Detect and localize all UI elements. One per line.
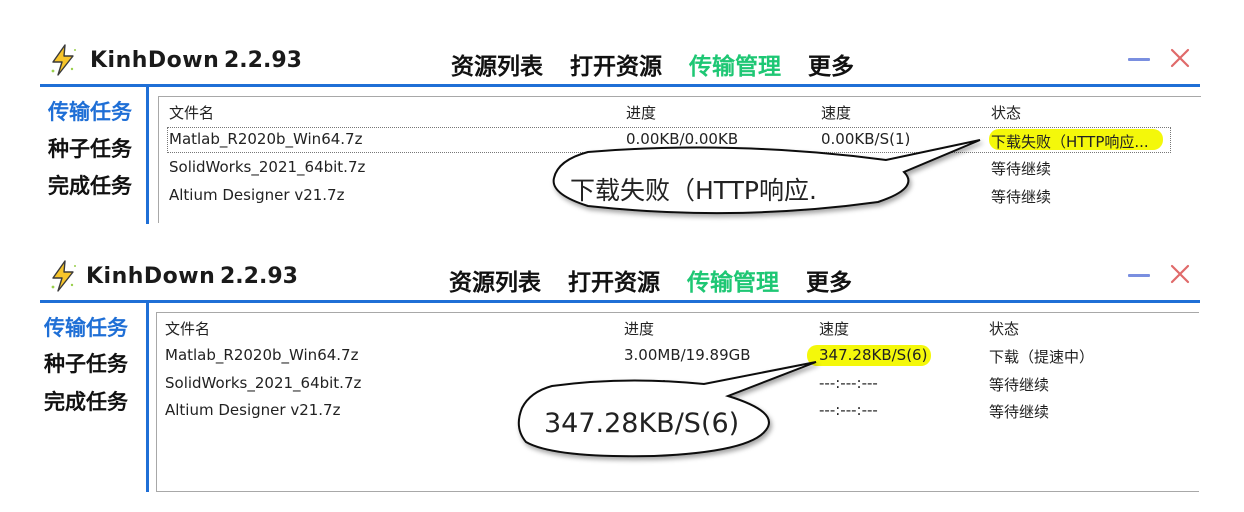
row-3-status: 等待继续 (989, 403, 1050, 421)
close-icon[interactable] (1168, 262, 1192, 286)
nav-more[interactable]: 更多 (806, 263, 852, 297)
app-name: KinhDown (86, 264, 216, 289)
title-bar: KinhDown 2.2.93 资源列表 打开资源 传输管理 更多 (40, 254, 1200, 300)
sidebar-divider (146, 84, 149, 224)
column-header-progress[interactable]: 进度 (626, 102, 656, 123)
app-name: KinhDown (90, 48, 220, 73)
header-divider (40, 84, 1200, 87)
row-1-filename: Matlab_R2020b_Win64.7z (169, 130, 363, 148)
nav-resource-list[interactable]: 资源列表 (449, 263, 541, 297)
row-1-status: 下载失败（HTTP响应... (991, 133, 1149, 151)
column-header-progress[interactable]: 进度 (624, 318, 654, 339)
nav-transfer-manager[interactable]: 传输管理 (689, 47, 781, 81)
nav-open-resource[interactable]: 打开资源 (570, 47, 662, 81)
callout-text-speed: 347.28KB/S(6) (544, 408, 740, 439)
column-header-status[interactable]: 状态 (991, 102, 1021, 123)
app-version: 2.2.93 (224, 48, 302, 73)
header-divider (40, 300, 1200, 303)
row-1-filename: Matlab_R2020b_Win64.7z (165, 346, 359, 364)
sidebar-item-torrent-tasks[interactable]: 种子任务 (44, 348, 128, 378)
row-2-filename: SolidWorks_2021_64bit.7z (169, 158, 366, 176)
sidebar-item-torrent-tasks[interactable]: 种子任务 (48, 133, 132, 163)
row-3-filename: Altium Designer v21.7z (169, 186, 345, 204)
sidebar-item-completed-tasks[interactable]: 完成任务 (48, 170, 132, 200)
row-2-status: 等待继续 (991, 160, 1052, 178)
lightning-logo-icon (51, 44, 76, 76)
sidebar-item-completed-tasks[interactable]: 完成任务 (44, 386, 128, 416)
row-2-speed: ---:---:--- (819, 374, 878, 392)
row-1-speed: 347.28KB/S(6) (819, 346, 928, 364)
row-1-status: 下载（提速中） (989, 348, 1095, 366)
row-2-filename: SolidWorks_2021_64bit.7z (165, 374, 362, 392)
row-3-speed: ---:---:--- (819, 401, 878, 419)
column-header-filename[interactable]: 文件名 (169, 102, 214, 123)
nav-transfer-manager[interactable]: 传输管理 (687, 263, 779, 297)
callout-text-failed: 下载失败（HTTP响应. (570, 176, 817, 205)
minimize-icon[interactable] (1128, 274, 1150, 277)
row-3-filename: Altium Designer v21.7z (165, 401, 341, 419)
title-bar: KinhDown 2.2.93 资源列表 打开资源 传输管理 更多 (40, 38, 1200, 84)
column-header-speed[interactable]: 速度 (821, 102, 851, 123)
column-header-status[interactable]: 状态 (989, 318, 1019, 339)
nav-more[interactable]: 更多 (808, 47, 854, 81)
callout-bubble-failed: 下载失败（HTTP响应. (548, 138, 988, 222)
sidebar-item-transfer-tasks[interactable]: 传输任务 (48, 96, 132, 126)
row-2-status: 等待继续 (989, 376, 1050, 394)
column-header-speed[interactable]: 速度 (819, 318, 849, 339)
column-header-filename[interactable]: 文件名 (165, 318, 210, 339)
minimize-icon[interactable] (1128, 58, 1150, 61)
row-3-status: 等待继续 (991, 188, 1052, 206)
lightning-logo-icon (51, 260, 76, 292)
sidebar-item-transfer-tasks[interactable]: 传输任务 (44, 312, 128, 342)
sidebar-divider (146, 300, 149, 492)
callout-bubble-speed: 347.28KB/S(6) (514, 361, 824, 462)
app-version: 2.2.93 (220, 264, 298, 289)
nav-open-resource[interactable]: 打开资源 (568, 263, 660, 297)
close-icon[interactable] (1168, 46, 1192, 70)
nav-resource-list[interactable]: 资源列表 (451, 47, 543, 81)
